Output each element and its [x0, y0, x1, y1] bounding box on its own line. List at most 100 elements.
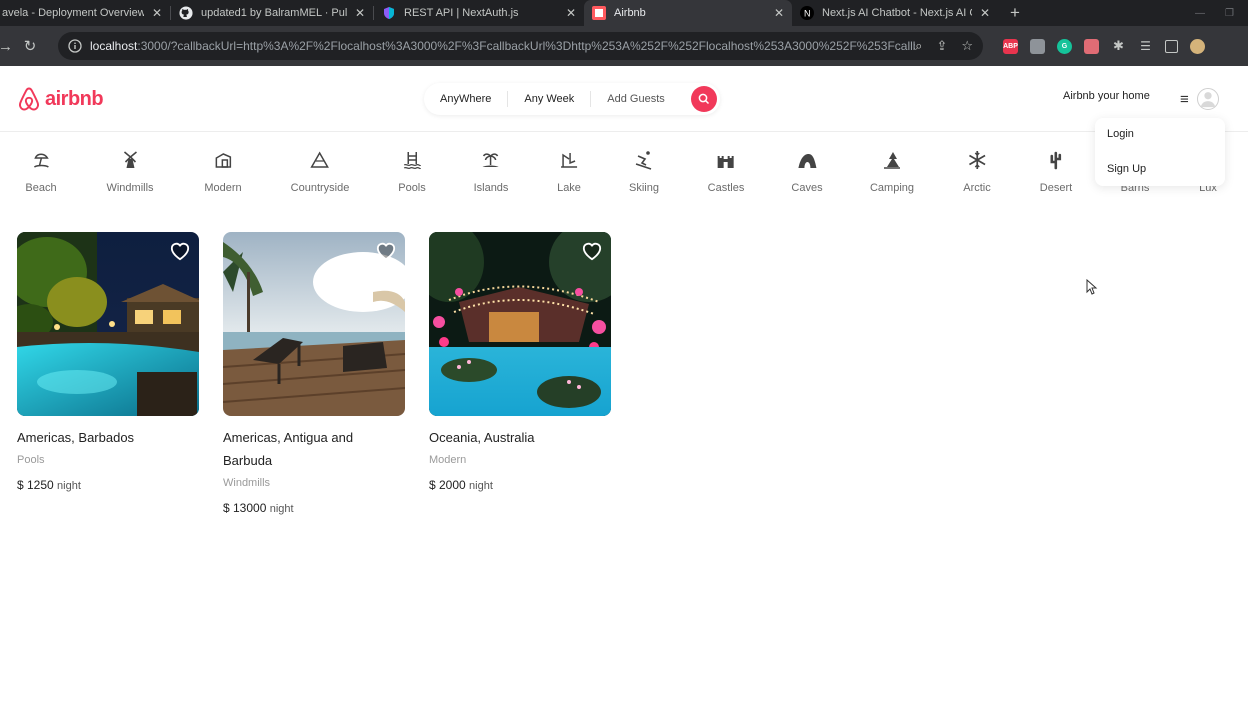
tab-label: updated1 by BalramMEL · Pull Re	[201, 7, 347, 19]
listing-card[interactable]: Americas, Barbados Pools $ 1250 night	[17, 232, 199, 492]
airbnb-logo-icon	[19, 87, 39, 111]
address-bar[interactable]: localhost:3000/?callbackUrl=http%3A%2F%2…	[58, 32, 983, 60]
skiing-icon	[635, 151, 652, 170]
profile-icon[interactable]	[1190, 38, 1205, 54]
category-islands[interactable]: Islands	[474, 150, 508, 194]
listing-price: $ 2000 night	[429, 478, 493, 492]
listing-price: $ 1250 night	[17, 478, 81, 492]
listing-title: Americas, Antigua and Barbuda	[223, 430, 354, 468]
windmill-icon	[123, 151, 137, 168]
modern-icon	[215, 153, 231, 168]
listing-photo[interactable]	[223, 232, 405, 416]
url-text: localhost:3000/?callbackUrl=http%3A%2F%2…	[90, 39, 916, 53]
svg-text:N: N	[804, 9, 811, 19]
window-controls: — ❐	[1195, 0, 1248, 26]
category-modern[interactable]: Modern	[204, 150, 242, 194]
category-camping[interactable]: Camping	[870, 150, 914, 194]
reading-list-icon[interactable]: ☰	[1138, 39, 1153, 54]
user-icon	[1200, 92, 1216, 108]
search-bar[interactable]: AnyWhere Any Week Add Guests	[424, 83, 720, 115]
search-guests[interactable]: Add Guests	[591, 93, 680, 105]
castle-icon	[718, 156, 734, 168]
cave-icon	[798, 154, 816, 168]
tab-label: avela - Deployment Overview	[2, 7, 144, 19]
info-icon[interactable]	[68, 39, 82, 53]
airbnb-your-home-link[interactable]: Airbnb your home	[1063, 90, 1150, 102]
site-header: airbnb AnyWhere Any Week Add Guests Airb…	[0, 66, 1248, 132]
tab-label: Airbnb	[614, 7, 646, 19]
reload-icon[interactable]: ↻	[16, 37, 44, 55]
category-windmills[interactable]: Windmills	[106, 150, 154, 194]
category-castles[interactable]: Castles	[708, 150, 744, 194]
category-arctic[interactable]: Arctic	[963, 150, 991, 194]
island-icon	[482, 153, 499, 167]
tab-label: Next.js AI Chatbot - Next.js AI Ch	[822, 7, 972, 19]
category-desert[interactable]: Desert	[1040, 150, 1072, 194]
listing-photo[interactable]	[429, 232, 611, 416]
extension-icon[interactable]	[1030, 38, 1045, 54]
close-icon[interactable]: ✕	[152, 6, 162, 20]
close-icon[interactable]: ✕	[566, 6, 576, 20]
search-icon	[698, 93, 710, 105]
pool-icon	[403, 152, 421, 170]
close-icon[interactable]: ✕	[355, 6, 365, 20]
category-skiing[interactable]: Skiing	[629, 150, 659, 194]
category-beach[interactable]: Beach	[25, 150, 57, 194]
heart-icon[interactable]	[375, 241, 397, 261]
cactus-icon	[1050, 151, 1062, 170]
search-button[interactable]	[691, 86, 717, 112]
airbnb-favicon-icon	[592, 6, 606, 20]
category-caves[interactable]: Caves	[791, 150, 823, 194]
browser-tab[interactable]: N Next.js AI Chatbot - Next.js AI Ch ✕	[792, 0, 998, 26]
login-menu-item[interactable]: Login	[1107, 128, 1134, 140]
extension-icon[interactable]	[1084, 38, 1099, 54]
listing-card[interactable]: Americas, Antigua and Barbuda Windmills …	[223, 232, 405, 515]
share-icon[interactable]: ⇪	[936, 38, 947, 54]
browser-tab-bar: avela - Deployment Overview ✕ updated1 b…	[0, 0, 1248, 26]
browser-tab-active[interactable]: Airbnb ✕	[584, 0, 792, 26]
browser-toolbar: → ↻ localhost:3000/?callbackUrl=http%3A%…	[0, 26, 1248, 66]
snowflake-icon	[968, 151, 986, 169]
shield-icon	[382, 6, 396, 20]
signup-menu-item[interactable]: Sign Up	[1107, 163, 1146, 175]
extensions: ABP G ✱ ☰	[1003, 38, 1205, 54]
category-lake[interactable]: Lake	[557, 150, 581, 194]
beach-icon	[33, 153, 49, 168]
puzzle-icon[interactable]: ✱	[1111, 38, 1126, 54]
close-icon[interactable]: ✕	[980, 6, 990, 20]
heart-icon[interactable]	[169, 241, 191, 261]
category-countryside[interactable]: Countryside	[291, 150, 349, 194]
close-icon[interactable]: ✕	[774, 6, 784, 20]
listing-category: Pools	[17, 454, 45, 466]
mouse-cursor-icon	[1086, 279, 1098, 295]
logo[interactable]: airbnb	[17, 86, 104, 112]
lake-icon	[560, 153, 577, 168]
user-menu-button[interactable]: ≡	[1172, 82, 1234, 116]
star-icon[interactable]: ☆	[961, 38, 973, 54]
menu-icon: ≡	[1180, 90, 1189, 108]
browser-tab[interactable]: REST API | NextAuth.js ✕	[374, 0, 584, 26]
grammarly-icon[interactable]: G	[1057, 38, 1072, 54]
listing-card[interactable]: Oceania, Australia Modern $ 2000 night	[429, 232, 611, 492]
forward-icon[interactable]: →	[0, 38, 13, 55]
listing-price: $ 13000 night	[223, 501, 294, 515]
heart-icon[interactable]	[581, 241, 603, 261]
listing-title: Americas, Barbados	[17, 430, 135, 445]
browser-tab[interactable]: updated1 by BalramMEL · Pull Re ✕	[171, 0, 373, 26]
listing-category: Windmills	[223, 477, 271, 489]
minimize-icon[interactable]: —	[1195, 8, 1205, 19]
search-where[interactable]: AnyWhere	[424, 93, 507, 105]
search-week[interactable]: Any Week	[508, 93, 590, 105]
github-icon	[179, 6, 193, 20]
new-tab-button[interactable]: +	[998, 0, 1032, 26]
listing-category: Modern	[429, 454, 467, 466]
listing-photo[interactable]	[17, 232, 199, 416]
adblock-icon[interactable]: ABP	[1003, 38, 1018, 54]
side-panel-icon[interactable]	[1165, 39, 1178, 53]
restore-icon[interactable]: ❐	[1225, 8, 1234, 19]
category-pools[interactable]: Pools	[398, 150, 426, 194]
browser-tab[interactable]: avela - Deployment Overview ✕	[0, 0, 170, 26]
zoom-icon[interactable]: ⌕	[915, 38, 922, 54]
listing-title: Oceania, Australia	[429, 430, 535, 445]
tab-label: REST API | NextAuth.js	[404, 7, 519, 19]
